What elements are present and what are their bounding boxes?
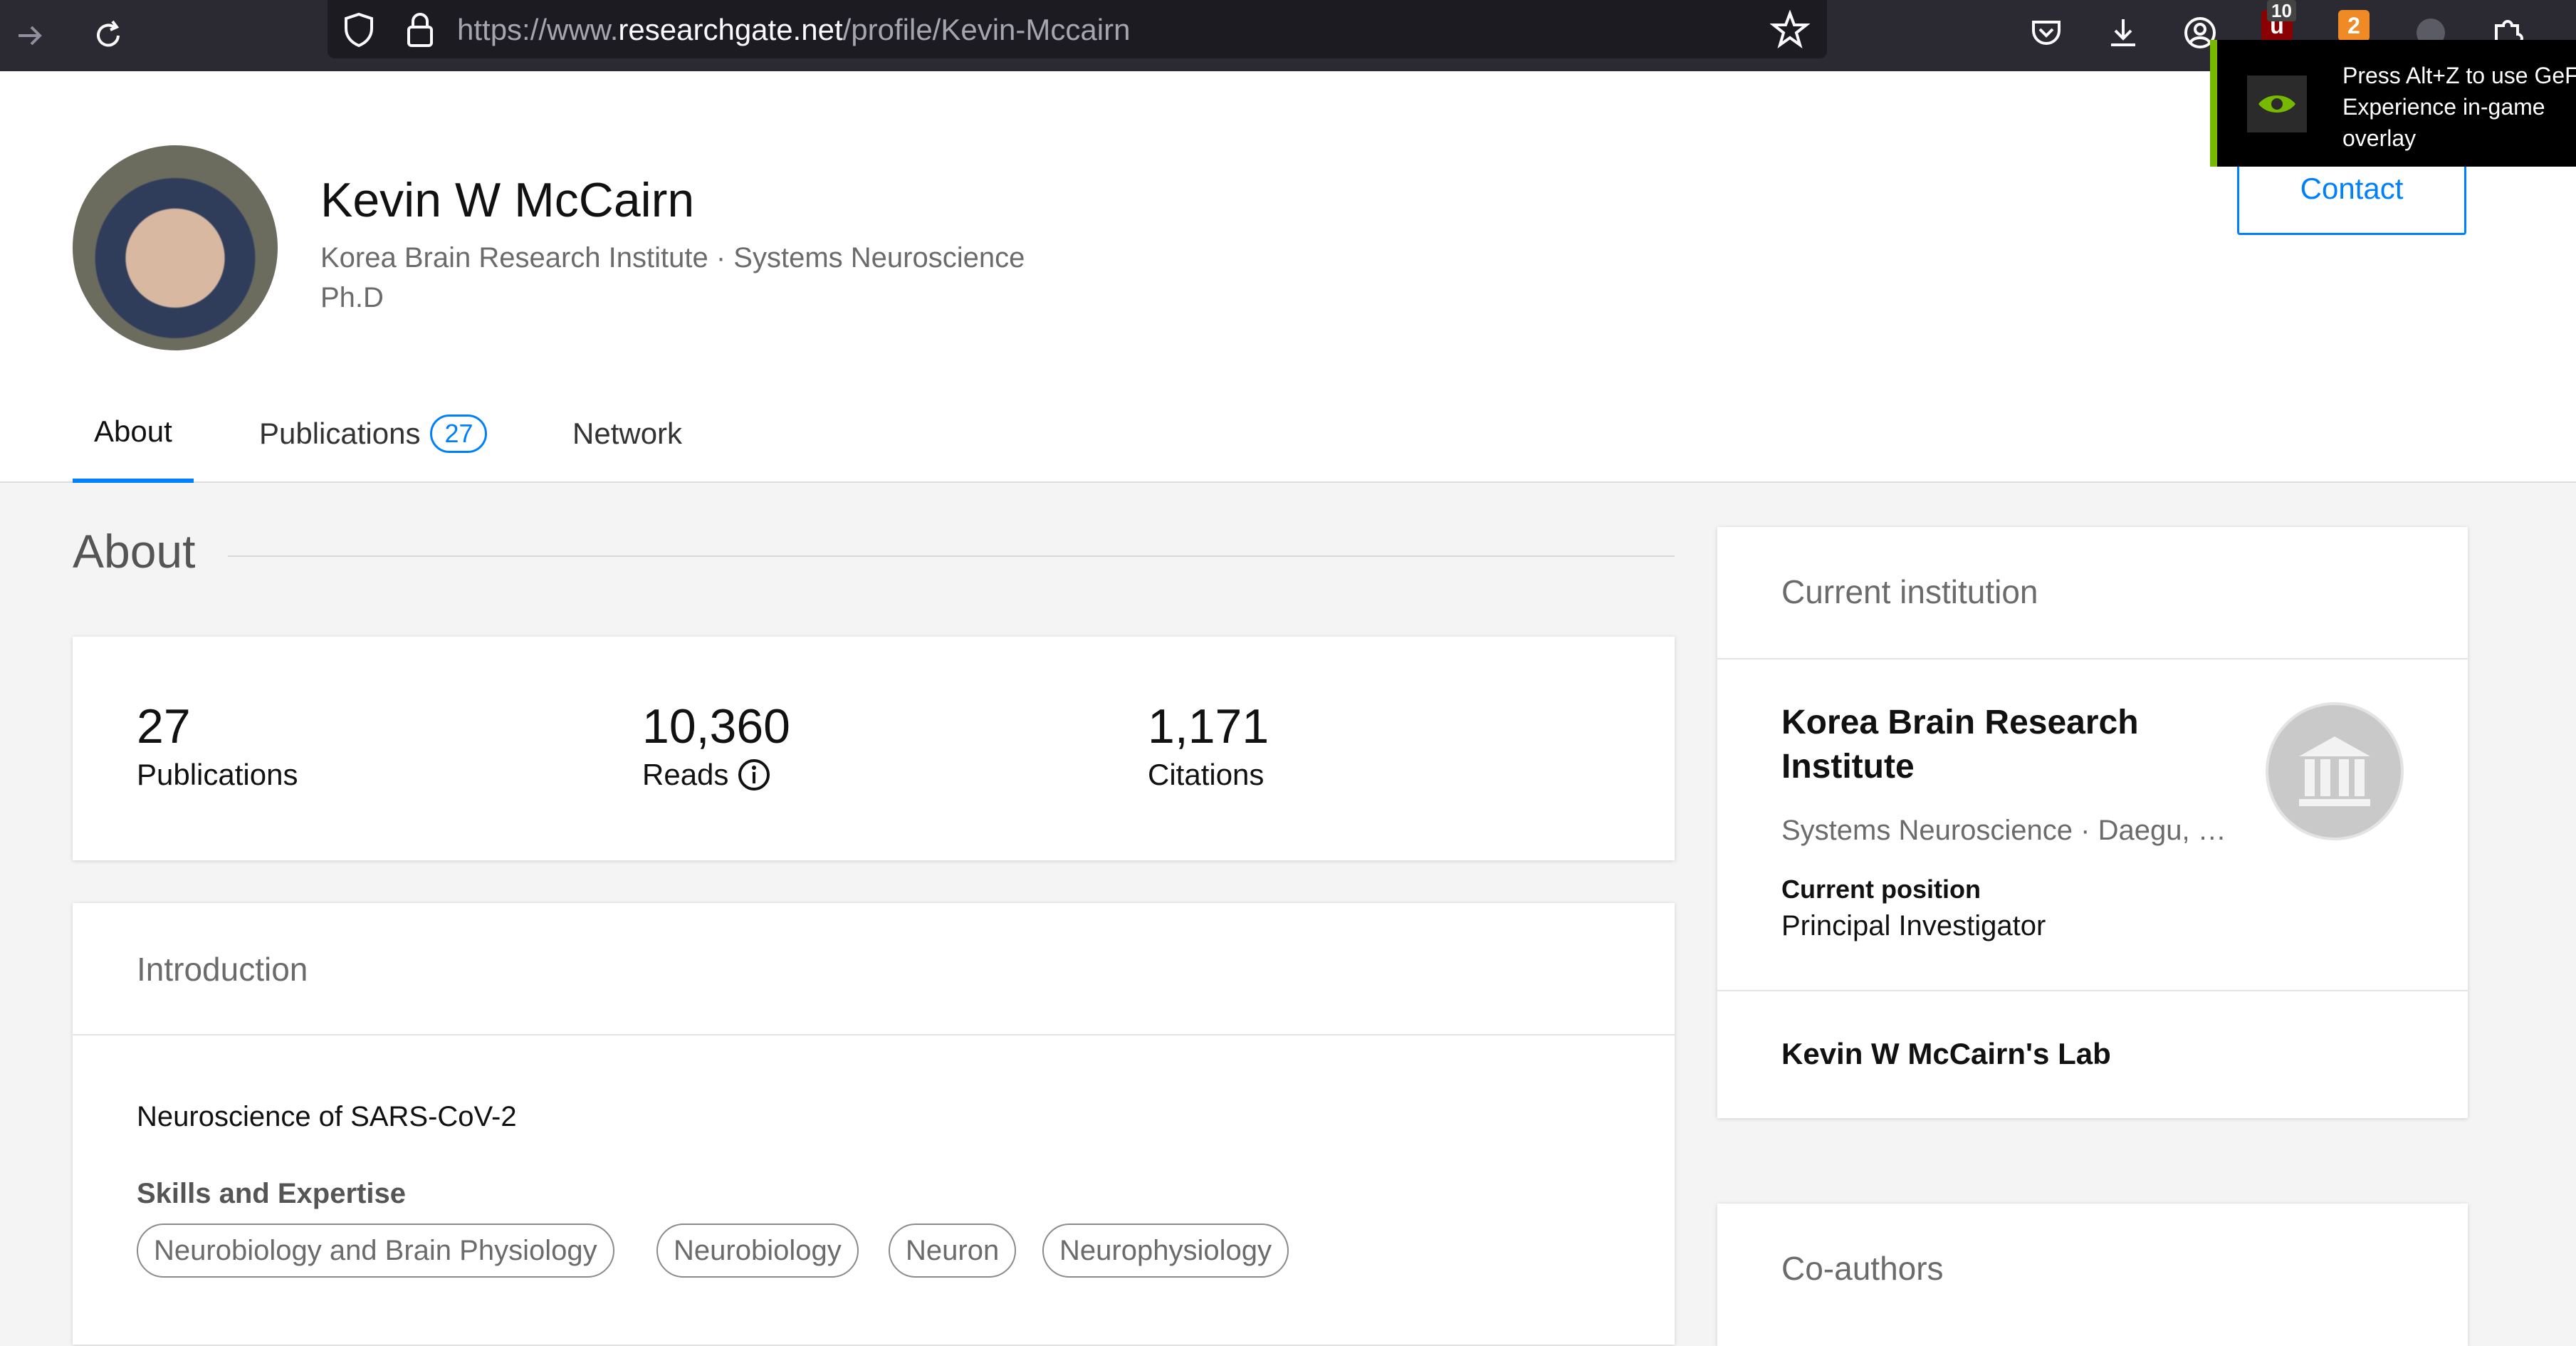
stat-label: Reads	[642, 758, 729, 791]
stat-label: Publications	[137, 758, 298, 791]
stat-reads[interactable]: 10,360 Reads	[642, 698, 790, 792]
tab-network[interactable]: Network	[551, 385, 703, 483]
stats-card: 27 Publications 10,360 Reads 1,171 Citat…	[73, 637, 1675, 860]
about-section-title: About	[73, 525, 196, 578]
avatar	[73, 145, 278, 350]
address-bar[interactable]: https://www.researchgate.net/profile/Kev…	[328, 0, 1827, 58]
tab-label: Publications	[259, 417, 421, 450]
url-text: https://www.researchgate.net/profile/Kev…	[457, 13, 1131, 46]
stat-publications[interactable]: 27 Publications	[137, 698, 298, 792]
current-institution-card: Current institution Korea Brain Research…	[1717, 527, 2468, 1118]
overlay-line: Experience in-game	[2342, 94, 2545, 120]
lock-icon[interactable]	[404, 10, 436, 52]
institution-department: Systems Neuroscience · Daegu, South Kore…	[1781, 815, 2237, 846]
institution-name[interactable]: Korea Brain Research Institute	[1781, 701, 2266, 789]
overlay-line: overlay	[2342, 125, 2417, 151]
reload-icon[interactable]	[83, 10, 134, 61]
institution-building-icon[interactable]	[2266, 702, 2404, 840]
stat-value: 1,171	[1148, 699, 1269, 753]
introduction-card: Introduction Neuroscience of SARS-CoV-2 …	[73, 903, 1675, 1345]
nvidia-logo-icon	[2247, 75, 2307, 132]
stat-label: Citations	[1148, 758, 1265, 791]
lab-link[interactable]: Kevin W McCairn's Lab	[1781, 1037, 2111, 1071]
coauthors-card: Co-authors	[1717, 1204, 2468, 1346]
profile-affiliation[interactable]: Korea Brain Research Institute · Systems…	[320, 242, 1025, 274]
tab-about[interactable]: About	[73, 385, 194, 483]
current-position-value: Principal Investigator	[1781, 910, 2046, 941]
browser-toolbar: https://www.researchgate.net/profile/Kev…	[0, 0, 2576, 71]
info-icon[interactable]	[737, 758, 771, 792]
institution-card-title: Current institution	[1781, 573, 2038, 610]
tab-label: About	[94, 414, 172, 448]
overlay-line: Press Alt+Z to use GeFo	[2342, 63, 2576, 88]
profile-degree: Ph.D	[320, 282, 384, 313]
divider	[1717, 990, 2468, 991]
stat-value: 10,360	[642, 699, 790, 753]
profile-name: Kevin W McCairn	[320, 173, 695, 227]
card-header: Introduction	[73, 903, 1675, 1035]
skill-chip[interactable]: Neurophysiology	[1042, 1224, 1289, 1278]
forward-icon[interactable]	[4, 10, 56, 61]
pocket-icon[interactable]	[2023, 10, 2069, 56]
stat-citations[interactable]: 1,171 Citations	[1148, 698, 1269, 792]
card-header: Current institution	[1717, 527, 2468, 659]
extension-orange-icon[interactable]: 2	[2338, 10, 2370, 41]
current-position-label: Current position	[1781, 875, 1981, 904]
profile-header: Kevin W McCairn Korea Brain Research Ins…	[0, 71, 2576, 483]
section-divider	[228, 555, 1675, 557]
skills-label: Skills and Expertise	[137, 1178, 406, 1209]
skill-chip[interactable]: Neuron	[889, 1224, 1017, 1278]
tab-label: Network	[572, 417, 683, 450]
downloads-icon[interactable]	[2100, 10, 2146, 56]
introduction-text: Neuroscience of SARS-CoV-2	[137, 1101, 517, 1132]
bookmark-star-icon[interactable]	[1769, 9, 1811, 53]
introduction-title: Introduction	[137, 951, 308, 988]
skill-chip[interactable]: Neurobiology	[656, 1224, 859, 1278]
coauthors-title: Co-authors	[1781, 1250, 1944, 1287]
tracking-protection-icon[interactable]	[342, 11, 376, 52]
skill-chip[interactable]: Neurobiology and Brain Physiology	[137, 1224, 614, 1278]
publications-count-badge: 27	[430, 414, 488, 453]
overlay-text: Press Alt+Z to use GeFo Experience in-ga…	[2342, 60, 2576, 154]
nvidia-overlay-notification: Press Alt+Z to use GeFo Experience in-ga…	[2210, 40, 2576, 167]
tab-publications[interactable]: Publications 27	[238, 385, 508, 483]
stat-value: 27	[137, 699, 191, 753]
ublock-count-badge: 10	[2267, 0, 2296, 21]
